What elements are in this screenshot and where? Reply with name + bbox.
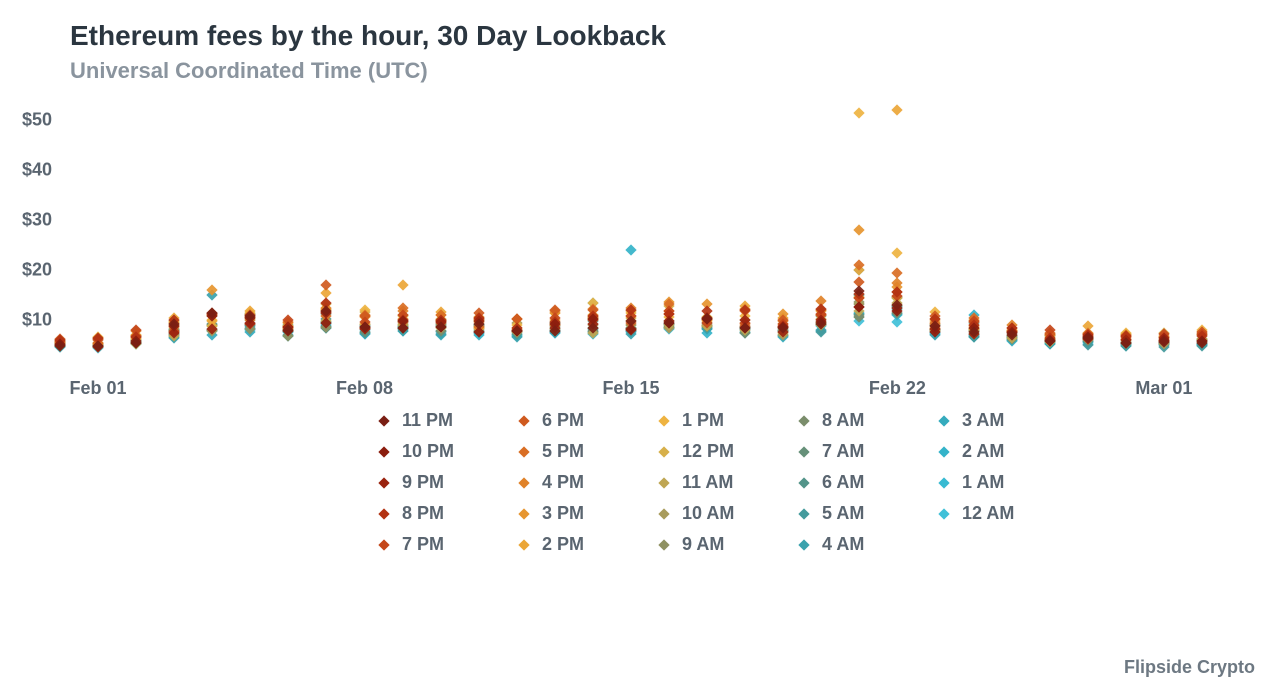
diamond-icon [658,539,669,550]
diamond-icon [378,508,389,519]
data-point [892,104,903,115]
legend-label: 11 PM [402,410,453,431]
legend-label: 10 PM [402,441,454,462]
legend-item: 1 PM [660,410,770,431]
legend-label: 4 PM [542,472,584,493]
legend-column: 1 PM 12 PM 11 AM 10 AM 9 AM [660,410,770,555]
chart-legend: 11 PM 10 PM 9 PM 8 PM 7 PM 6 PM 5 PM 4 PM 3 PM 2 … [380,410,1050,555]
diamond-icon [938,446,949,457]
legend-label: 3 PM [542,503,584,524]
diamond-icon [378,415,389,426]
legend-label: 5 PM [542,441,584,462]
legend-item: 3 AM [940,410,1050,431]
legend-item: 11 AM [660,472,770,493]
diamond-icon [798,477,809,488]
legend-label: 10 AM [682,503,734,524]
diamond-icon [658,477,669,488]
diamond-icon [658,446,669,457]
legend-column: 11 PM 10 PM 9 PM 8 PM 7 PM [380,410,490,555]
legend-item: 12 AM [940,503,1050,524]
chart-subtitle: Universal Coordinated Time (UTC) [70,58,428,84]
diamond-icon [938,477,949,488]
legend-label: 4 AM [822,534,864,555]
legend-label: 12 AM [962,503,1014,524]
y-axis-tick: $50 [22,110,60,131]
diamond-icon [798,508,809,519]
chart-plot-area: $10$20$30$40$50Feb 01Feb 08Feb 15Feb 22M… [60,95,1240,370]
legend-item: 6 PM [520,410,630,431]
chart-title: Ethereum fees by the hour, 30 Day Lookba… [70,20,666,52]
data-point [892,267,903,278]
y-axis-tick: $20 [22,260,60,281]
diamond-icon [798,446,809,457]
diamond-icon [798,415,809,426]
legend-column: 3 AM 2 AM 1 AM 12 AM [940,410,1050,555]
legend-item: 8 PM [380,503,490,524]
diamond-icon [518,508,529,519]
legend-label: 6 AM [822,472,864,493]
legend-item: 12 PM [660,441,770,462]
y-axis-tick: $40 [22,160,60,181]
legend-label: 1 AM [962,472,1004,493]
legend-label: 7 PM [402,534,444,555]
legend-item: 5 AM [800,503,910,524]
data-point [892,247,903,258]
diamond-icon [938,415,949,426]
legend-item: 10 AM [660,503,770,524]
x-axis-tick: Feb 01 [70,370,127,399]
legend-item: 9 PM [380,472,490,493]
legend-label: 12 PM [682,441,734,462]
diamond-icon [378,446,389,457]
legend-label: 3 AM [962,410,1004,431]
x-axis-tick: Feb 08 [336,370,393,399]
diamond-icon [658,508,669,519]
diamond-icon [378,539,389,550]
legend-item: 7 PM [380,534,490,555]
y-axis-tick: $10 [22,310,60,331]
data-point [854,224,865,235]
diamond-icon [378,477,389,488]
legend-item: 4 PM [520,472,630,493]
diamond-icon [518,446,529,457]
legend-label: 7 AM [822,441,864,462]
legend-label: 8 AM [822,410,864,431]
diamond-icon [658,415,669,426]
legend-label: 8 PM [402,503,444,524]
legend-label: 9 PM [402,472,444,493]
legend-item: 8 AM [800,410,910,431]
legend-column: 8 AM 7 AM 6 AM 5 AM 4 AM [800,410,910,555]
attribution: Flipside Crypto [1124,657,1255,678]
legend-item: 11 PM [380,410,490,431]
x-axis-tick: Feb 22 [869,370,926,399]
legend-label: 2 AM [962,441,1004,462]
x-axis-tick: Mar 01 [1135,370,1192,399]
legend-item: 6 AM [800,472,910,493]
data-point [625,244,636,255]
legend-item: 7 AM [800,441,910,462]
legend-label: 9 AM [682,534,724,555]
legend-label: 11 AM [682,472,733,493]
diamond-icon [518,415,529,426]
legend-label: 6 PM [542,410,584,431]
diamond-icon [518,477,529,488]
diamond-icon [798,539,809,550]
y-axis-tick: $30 [22,210,60,231]
legend-item: 3 PM [520,503,630,524]
legend-item: 4 AM [800,534,910,555]
legend-item: 1 AM [940,472,1050,493]
data-point [397,279,408,290]
x-axis-tick: Feb 15 [602,370,659,399]
legend-label: 5 AM [822,503,864,524]
diamond-icon [938,508,949,519]
legend-label: 1 PM [682,410,724,431]
legend-label: 2 PM [542,534,584,555]
legend-item: 5 PM [520,441,630,462]
legend-item: 9 AM [660,534,770,555]
legend-item: 10 PM [380,441,490,462]
legend-item: 2 AM [940,441,1050,462]
legend-item: 2 PM [520,534,630,555]
data-point [854,107,865,118]
legend-column: 6 PM 5 PM 4 PM 3 PM 2 PM [520,410,630,555]
diamond-icon [518,539,529,550]
